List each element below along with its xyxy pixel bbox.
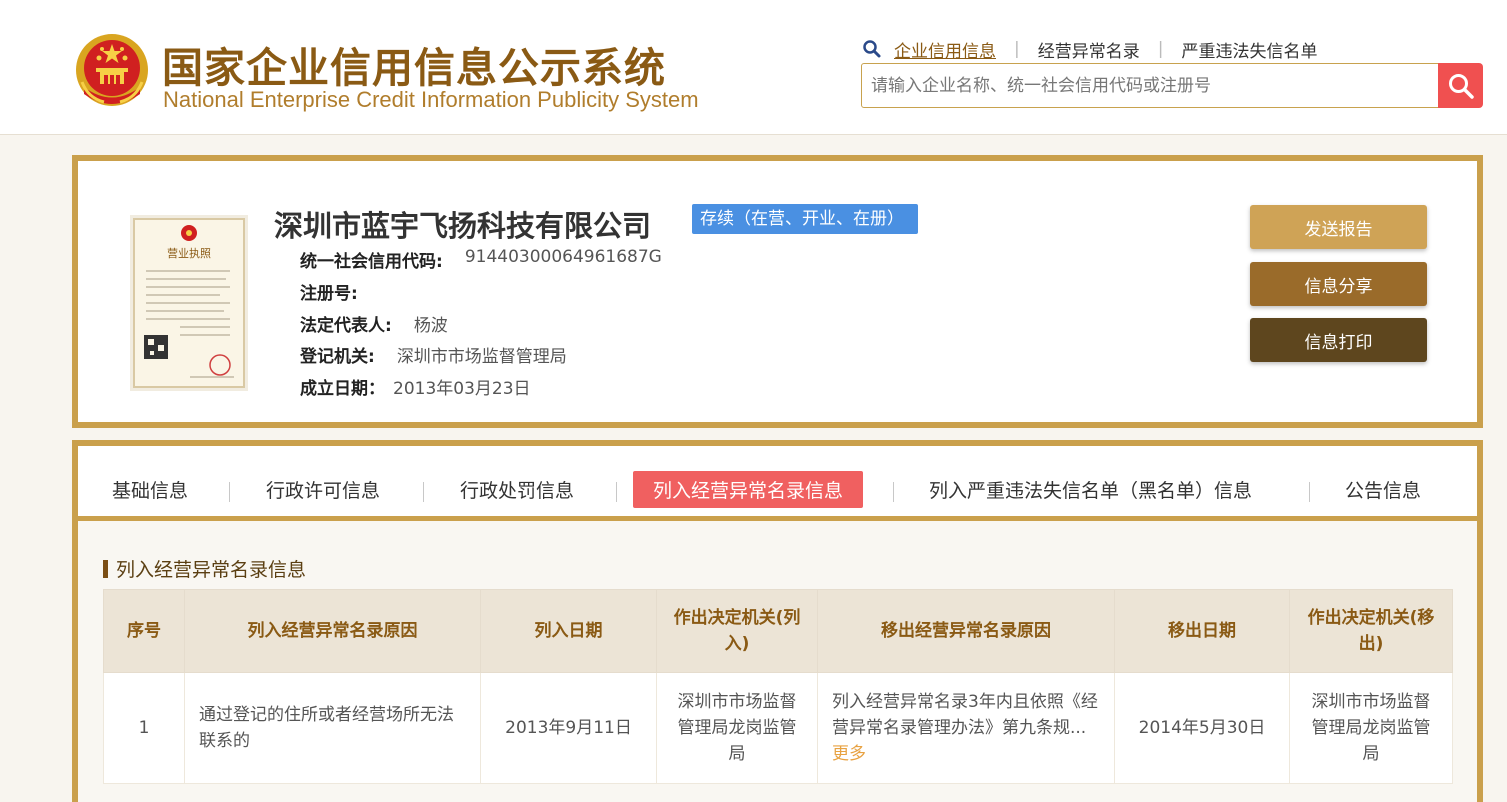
print-info-button[interactable]: 信息打印 bbox=[1250, 318, 1427, 362]
info-registration-authority: 登记机关: 深圳市市场监督管理局 bbox=[300, 342, 567, 367]
svg-text:营业执照: 营业执照 bbox=[167, 246, 211, 260]
info-legal-rep: 法定代表人: 杨波 bbox=[300, 311, 448, 336]
top-nav: 企业信用信息 | 经营异常名录 | 严重违法失信名单 bbox=[862, 37, 1317, 62]
info-registration-no: 注册号: bbox=[300, 279, 380, 304]
tab-divider bbox=[1309, 482, 1310, 502]
site-header: 国家企业信用信息公示系统 National Enterprise Credit … bbox=[0, 0, 1507, 135]
cell-authority-out: 深圳市市场监督管理局龙岗监管局 bbox=[1289, 672, 1453, 784]
national-emblem-icon bbox=[76, 34, 148, 106]
detail-section: 基础信息 行政许可信息 行政处罚信息 列入经营异常名录信息 列入严重违法失信名单… bbox=[72, 440, 1483, 802]
title-marker bbox=[103, 559, 108, 578]
info-established-date: 成立日期： 2013年03月23日 bbox=[300, 374, 531, 399]
search-icon bbox=[1448, 73, 1474, 99]
nav-enterprise-credit[interactable]: 企业信用信息 bbox=[894, 37, 996, 62]
nav-divider: | bbox=[1014, 39, 1020, 59]
tab-admin-penalty[interactable]: 行政处罚信息 bbox=[460, 471, 574, 508]
info-label: 成立日期： bbox=[300, 379, 385, 399]
col-header: 作出决定机关(列入) bbox=[656, 589, 818, 673]
tab-divider bbox=[893, 482, 894, 502]
section-title: 列入经营异常名录信息 bbox=[103, 555, 306, 582]
cell-date-out: 2014年5月30日 bbox=[1114, 672, 1290, 784]
company-name: 深圳市蓝宇飞扬科技有限公司 bbox=[274, 209, 652, 243]
tab-abnormal-operation[interactable]: 列入经营异常名录信息 bbox=[633, 471, 864, 508]
share-info-button[interactable]: 信息分享 bbox=[1250, 262, 1427, 306]
info-label: 注册号: bbox=[300, 284, 358, 304]
info-label: 登记机关: bbox=[300, 347, 375, 367]
tab-announcements[interactable]: 公告信息 bbox=[1345, 471, 1421, 508]
business-license-image[interactable]: 营业执照 bbox=[130, 215, 248, 391]
tab-bar: 基础信息 行政许可信息 行政处罚信息 列入经营异常名录信息 列入严重违法失信名单… bbox=[78, 446, 1477, 521]
site-title-cn: 国家企业信用信息公示系统 bbox=[162, 44, 666, 92]
reason-out-text: 列入经营异常名录3年内且依照《经营异常名录管理办法》第九条规... bbox=[832, 692, 1098, 738]
cell-reason-out: 列入经营异常名录3年内且依照《经营异常名录管理办法》第九条规... 更多 bbox=[817, 672, 1115, 784]
col-header: 序号 bbox=[103, 589, 185, 673]
tab-divider bbox=[229, 482, 230, 502]
table-header-row: 序号 列入经营异常名录原因 列入日期 作出决定机关(列入) 移出经营异常名录原因… bbox=[103, 589, 1453, 673]
col-header: 列入经营异常名录原因 bbox=[184, 589, 481, 673]
company-card: 营业执照 深圳市蓝宇飞扬科技有限公司 存续（在营、开业、在册） 统一社会信用代码… bbox=[72, 155, 1483, 428]
cell-date-in: 2013年9月11日 bbox=[480, 672, 657, 784]
search-icon bbox=[863, 40, 881, 58]
tab-basic-info[interactable]: 基础信息 bbox=[112, 471, 188, 508]
cell-index: 1 bbox=[103, 672, 185, 784]
info-value: 91440300064961687G bbox=[464, 247, 662, 267]
search-button[interactable] bbox=[1438, 63, 1483, 108]
info-value: 深圳市市场监督管理局 bbox=[396, 347, 567, 367]
table-row: 1 通过登记的住所或者经营场所无法联系的 2013年9月11日 深圳市市场监督管… bbox=[103, 672, 1453, 784]
abnormal-list-table: 序号 列入经营异常名录原因 列入日期 作出决定机关(列入) 移出经营异常名录原因… bbox=[103, 589, 1453, 784]
status-badge: 存续（在营、开业、在册） bbox=[692, 204, 918, 234]
site-title-en: National Enterprise Credit Information P… bbox=[163, 87, 699, 112]
nav-blacklist[interactable]: 严重违法失信名单 bbox=[1181, 37, 1317, 62]
search-field bbox=[861, 63, 1441, 108]
info-label: 统一社会信用代码: bbox=[300, 252, 443, 272]
tab-divider bbox=[423, 482, 424, 502]
col-header: 移出经营异常名录原因 bbox=[817, 589, 1115, 673]
col-header: 作出决定机关(移出) bbox=[1289, 589, 1453, 673]
cell-authority-in: 深圳市市场监督管理局龙岗监管局 bbox=[656, 672, 818, 784]
info-label: 法定代表人: bbox=[300, 316, 392, 336]
nav-divider: | bbox=[1157, 39, 1164, 59]
info-value: 杨波 bbox=[413, 316, 448, 336]
tab-admin-license[interactable]: 行政许可信息 bbox=[266, 471, 380, 508]
info-value: 2013年03月23日 bbox=[393, 379, 531, 399]
nav-abnormal-list[interactable]: 经营异常名录 bbox=[1038, 37, 1140, 62]
tab-blacklist[interactable]: 列入严重违法失信名单（黑名单）信息 bbox=[929, 471, 1252, 508]
section-title-text: 列入经营异常名录信息 bbox=[116, 559, 307, 581]
info-credit-code: 统一社会信用代码: 91440300064961687G bbox=[300, 247, 662, 272]
send-report-button[interactable]: 发送报告 bbox=[1250, 205, 1427, 249]
col-header: 列入日期 bbox=[480, 589, 657, 673]
search-input[interactable] bbox=[862, 64, 1440, 107]
col-header: 移出日期 bbox=[1114, 589, 1290, 673]
more-link[interactable]: 更多 bbox=[832, 744, 866, 764]
tab-divider bbox=[616, 482, 617, 502]
cell-reason-in: 通过登记的住所或者经营场所无法联系的 bbox=[184, 672, 481, 784]
